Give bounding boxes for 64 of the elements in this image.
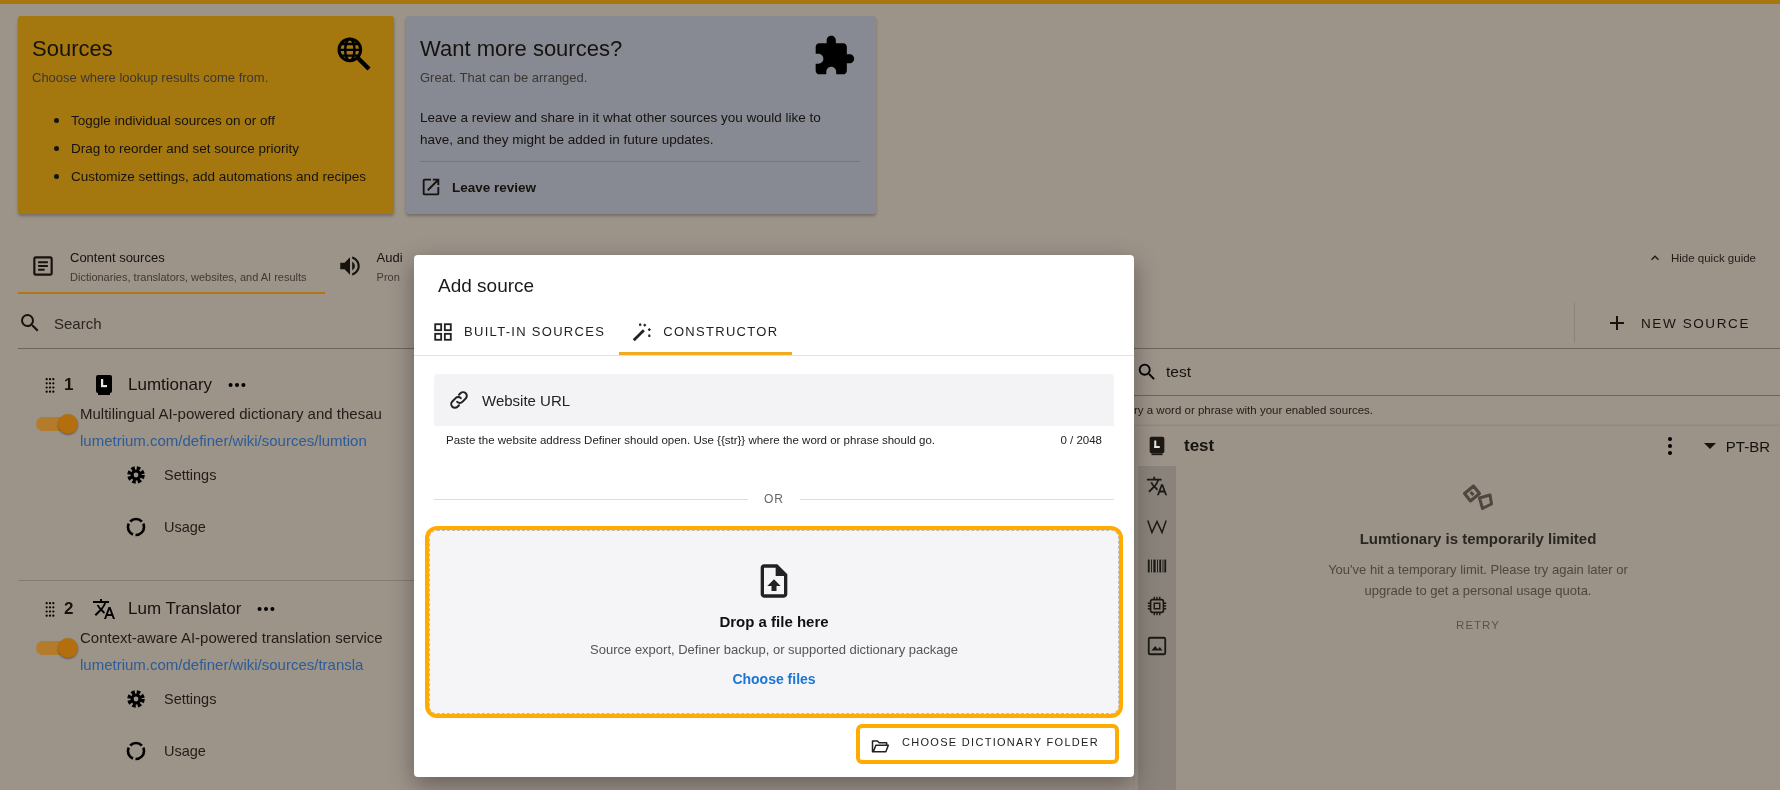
- drop-title: Drop a file here: [719, 613, 829, 630]
- source-number: 1: [64, 375, 75, 395]
- choose-folder-button[interactable]: CHOOSE DICTIONARY FOLDER: [855, 724, 1119, 764]
- bullet-text: Toggle individual sources on or off: [71, 113, 275, 128]
- link-icon: [448, 389, 470, 411]
- empty-title: Lumtionary is temporarily limited: [1359, 530, 1597, 547]
- card-subtitle: Great. That can be arranged.: [420, 70, 589, 85]
- card-title: Sources: [32, 36, 113, 62]
- source-number: 2: [64, 599, 75, 619]
- settings-icon: [124, 687, 148, 711]
- card-text: Leave a review and share in it what other sources you would like to have, and they might be added in future updates.: [420, 109, 822, 149]
- ring-icon: [124, 739, 148, 763]
- tab-subtitle: Pron: [376, 270, 401, 283]
- source-tab[interactable]: Content sources Dictionaries, translators, websites, and AI results: [18, 240, 325, 294]
- field-hint: Paste the website address Definer should open. Use {{str}} where the word or phrase should go.: [446, 434, 936, 446]
- language-select[interactable]: PT-BR: [1703, 437, 1770, 455]
- ring-icon: [124, 515, 148, 539]
- bullet-text: Customize settings, add automations and recipes: [71, 169, 366, 184]
- search-icon: [1136, 361, 1158, 383]
- source-tab[interactable]: Audi Pron: [324, 240, 421, 294]
- settings-link[interactable]: Settings: [164, 691, 217, 707]
- choose-files-link[interactable]: Choose files: [732, 671, 816, 687]
- dialog-title: Add source: [438, 275, 536, 298]
- translate-icon: [1146, 475, 1168, 497]
- search-field[interactable]: Search: [54, 314, 102, 332]
- source-description: Context-aware AI-powered translation service: [80, 629, 383, 646]
- empty-text: You've hit a temporary limit. Please try again later or upgrade to get a personal usage quota.: [1327, 561, 1629, 600]
- search-field[interactable]: test: [1166, 363, 1191, 381]
- bullet-icon: [54, 174, 59, 179]
- dialog-tab[interactable]: CONSTRUCTOR: [619, 311, 793, 355]
- bullet-icon: [54, 146, 59, 151]
- external-link-icon: [420, 176, 442, 198]
- separator-label: OR: [764, 492, 784, 506]
- new-source-button[interactable]: NEW SOURCE: [1599, 310, 1756, 336]
- document-icon: [30, 253, 56, 279]
- character-counter: 0 / 2048: [1060, 434, 1102, 446]
- url-field[interactable]: Website URL: [434, 374, 1114, 426]
- search-hint: ry a word or phrase with your enabled sources.: [1134, 404, 1375, 418]
- image-icon: [1146, 635, 1168, 657]
- bullet-icon: [54, 118, 59, 123]
- caret-icon: [1703, 443, 1716, 449]
- source-name: Lumtionary: [128, 375, 213, 395]
- hide-guide-button[interactable]: Hide quick guide: [1646, 250, 1756, 280]
- tab-title: Audi: [376, 249, 403, 265]
- tab-title: Content sources: [70, 249, 166, 265]
- card-title: Want more sources?: [420, 36, 623, 62]
- source-description: Multilingual AI-powered dictionary and thesau: [80, 405, 382, 422]
- settings-icon: [124, 463, 148, 487]
- settings-link[interactable]: Settings: [164, 467, 217, 483]
- usage-link[interactable]: Usage: [164, 743, 206, 759]
- translate-icon: [92, 597, 116, 621]
- grid-icon: [432, 320, 454, 343]
- chip-icon: [1146, 595, 1168, 617]
- bullet-text: Drag to reorder and set source priority: [71, 141, 300, 156]
- source-name: Lum Translator: [128, 599, 242, 619]
- card-subtitle: Choose where lookup results come from.: [32, 70, 270, 85]
- drop-description: Source export, Definer backup, or supported dictionary package: [590, 642, 958, 657]
- result-title: test: [1184, 436, 1216, 456]
- field-label: Website URL: [482, 391, 571, 409]
- dialog-tab[interactable]: BUILT-IN SOURCES: [420, 311, 620, 355]
- usage-link[interactable]: Usage: [164, 519, 206, 535]
- leave-review-link[interactable]: Leave review: [452, 179, 537, 195]
- tab-subtitle: Dictionaries, translators, websites, and AI results: [70, 270, 307, 283]
- magic-wand-icon: [631, 320, 654, 343]
